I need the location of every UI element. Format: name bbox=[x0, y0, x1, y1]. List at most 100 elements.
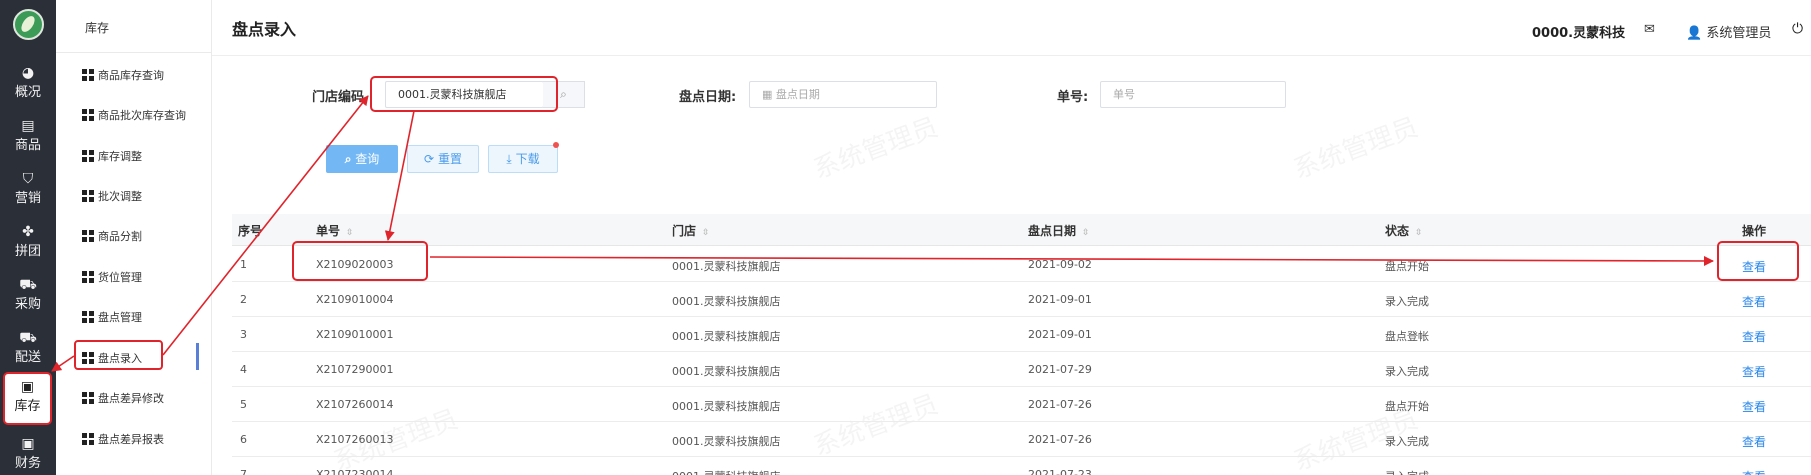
sort-icon: ⇳ bbox=[702, 228, 710, 238]
cell-index: 4 bbox=[240, 363, 247, 376]
current-store[interactable]: 0000.灵蒙科技 bbox=[1532, 22, 1625, 41]
view-link-highlight bbox=[1717, 241, 1799, 281]
marketing-icon: ⛉ bbox=[22, 171, 34, 187]
document-icon: ▤ bbox=[21, 118, 35, 134]
view-link[interactable]: 查看 bbox=[1742, 398, 1766, 415]
header-status[interactable]: 状态 ⇳ bbox=[1385, 222, 1423, 239]
view-link[interactable]: 查看 bbox=[1742, 433, 1766, 450]
submenu-header: 库存 bbox=[56, 0, 212, 53]
submenu-item[interactable]: 商品分割 bbox=[82, 226, 142, 246]
store-code-label: 门店编码 bbox=[312, 90, 365, 105]
view-link[interactable]: 查看 bbox=[1742, 363, 1766, 380]
cell-store: 0001.灵蒙科技旗舰店 bbox=[672, 468, 781, 475]
cell-store: 0001.灵蒙科技旗舰店 bbox=[672, 260, 781, 273]
cell-order-no: X2107290001 bbox=[316, 363, 394, 376]
user-icon: 👤 bbox=[1686, 26, 1703, 41]
submenu-item[interactable]: 盘点差异报表 bbox=[82, 429, 164, 449]
grid-icon bbox=[82, 271, 94, 283]
top-header: 盘点录入 0000.灵蒙科技 ✉ 👤 系统管理员 ⏻ bbox=[212, 0, 1811, 56]
cell-check-date: 2021-07-29 bbox=[1028, 363, 1092, 376]
grid-icon bbox=[82, 230, 94, 242]
header-actions: 操作 bbox=[1742, 224, 1767, 238]
table-header: 序号 单号 ⇳ 门店 ⇳ 盘点日期 ⇳ 状态 ⇳ 操作 bbox=[232, 214, 1811, 246]
submenu-item[interactable]: 商品批次库存查询 bbox=[82, 105, 186, 125]
cell-check-date: 2021-07-26 bbox=[1028, 433, 1092, 446]
user-menu[interactable]: 👤 系统管理员 bbox=[1686, 22, 1771, 41]
mail-icon[interactable]: ✉ bbox=[1644, 22, 1655, 37]
box-icon: ▣ bbox=[20, 379, 35, 395]
submenu-item[interactable]: 盘点差异修改 bbox=[82, 388, 164, 408]
rail-item-group-buy[interactable]: ✤ 拼团 bbox=[0, 216, 56, 269]
table-row: 2 X2109010004 0001.灵蒙科技旗舰店 2021-09-01 录入完成 查看 bbox=[232, 282, 1811, 317]
cell-store: 0001.灵蒙科技旗舰店 bbox=[672, 295, 781, 308]
query-button[interactable]: ⌕ 查询 bbox=[326, 145, 398, 173]
submenu-active-highlight bbox=[74, 340, 163, 370]
rail-item-delivery[interactable]: ⛟ 配送 bbox=[0, 322, 56, 375]
table-row: 5 X2107260014 0001.灵蒙科技旗舰店 2021-07-26 盘点开始 查看 bbox=[232, 387, 1811, 422]
group-icon: ✤ bbox=[22, 224, 34, 240]
order-no-label: 单号: bbox=[1057, 90, 1089, 105]
table-row: 1 X2109020003 0001.灵蒙科技旗舰店 2021-09-02 盘点开始 查看 bbox=[232, 247, 1811, 282]
sort-icon: ⇳ bbox=[1415, 228, 1423, 238]
app-logo[interactable] bbox=[13, 9, 44, 40]
cell-store: 0001.灵蒙科技旗舰店 bbox=[672, 435, 781, 448]
submenu-item[interactable]: 货位管理 bbox=[82, 267, 142, 287]
cell-status: 盘点开始 bbox=[1385, 260, 1429, 273]
store-input-highlight bbox=[370, 76, 558, 112]
header-check-date[interactable]: 盘点日期 ⇳ bbox=[1028, 222, 1090, 239]
cell-index: 3 bbox=[240, 328, 247, 341]
cell-store: 0001.灵蒙科技旗舰店 bbox=[672, 330, 781, 343]
submenu-item[interactable]: 商品库存查询 bbox=[82, 65, 164, 85]
order-no-input[interactable]: 单号 bbox=[1100, 81, 1286, 108]
grid-icon bbox=[82, 433, 94, 445]
grid-icon bbox=[82, 69, 94, 81]
table-row: 3 X2109010001 0001.灵蒙科技旗舰店 2021-09-01 盘点登帐 查看 bbox=[232, 317, 1811, 352]
cell-status: 录入完成 bbox=[1385, 435, 1429, 448]
view-link[interactable]: 查看 bbox=[1742, 293, 1766, 310]
cell-check-date: 2021-09-01 bbox=[1028, 293, 1092, 306]
header-index: 序号 bbox=[238, 224, 263, 238]
watermark: 系统管理员 bbox=[1288, 107, 1423, 186]
grid-icon bbox=[82, 190, 94, 202]
submenu-item[interactable]: 盘点管理 bbox=[82, 307, 142, 327]
rail-item-inventory[interactable]: ▣ 库存 bbox=[3, 372, 52, 425]
cell-order-no: X2109010001 bbox=[316, 328, 394, 341]
order-no-highlight bbox=[292, 241, 428, 281]
rail-item-marketing[interactable]: ⛉ 营销 bbox=[0, 163, 56, 216]
submenu-active-indicator bbox=[196, 343, 199, 370]
cell-check-date: 2021-09-01 bbox=[1028, 328, 1092, 341]
submenu-item[interactable]: 批次调整 bbox=[82, 186, 142, 206]
watermark: 系统管理员 bbox=[808, 107, 943, 186]
check-date-input[interactable]: ▦ 盘点日期 bbox=[749, 81, 937, 108]
cell-index: 7 bbox=[240, 468, 247, 475]
rail-item-overview[interactable]: ◕ 概况 bbox=[0, 57, 56, 110]
sort-icon: ⇳ bbox=[1082, 228, 1090, 238]
cell-index: 2 bbox=[240, 293, 247, 306]
cell-status: 录入完成 bbox=[1385, 295, 1429, 308]
header-store[interactable]: 门店 ⇳ bbox=[672, 222, 710, 239]
user-name: 系统管理员 bbox=[1706, 26, 1772, 41]
cell-store: 0001.灵蒙科技旗舰店 bbox=[672, 365, 781, 378]
view-link[interactable]: 查看 bbox=[1742, 328, 1766, 345]
logout-icon[interactable]: ⏻ bbox=[1792, 21, 1803, 37]
view-link[interactable]: 查看 bbox=[1742, 468, 1766, 475]
sort-icon: ⇳ bbox=[346, 228, 354, 238]
search-icon: ⌕ bbox=[344, 152, 352, 166]
grid-icon bbox=[82, 109, 94, 121]
reset-button[interactable]: ⟳ 重置 bbox=[407, 145, 479, 173]
download-button[interactable]: ⤓ 下载 bbox=[488, 145, 558, 173]
cell-status: 录入完成 bbox=[1385, 468, 1429, 475]
table-row: 6 X2107260013 0001.灵蒙科技旗舰店 2021-07-26 录入完成 查看 bbox=[232, 422, 1811, 457]
notification-dot bbox=[553, 142, 559, 148]
header-order-no[interactable]: 单号 ⇳ bbox=[316, 222, 354, 239]
rail-item-finance[interactable]: ▣ 财务 bbox=[0, 428, 56, 475]
rail-item-purchase[interactable]: ⛟ 采购 bbox=[0, 269, 56, 322]
cell-check-date: 2021-09-02 bbox=[1028, 258, 1092, 271]
cell-store: 0001.灵蒙科技旗舰店 bbox=[672, 400, 781, 413]
submenu-item[interactable]: 库存调整 bbox=[82, 146, 142, 166]
rail-item-goods[interactable]: ▤ 商品 bbox=[0, 110, 56, 163]
cell-order-no: X2107260014 bbox=[316, 398, 394, 411]
cart-icon: ⛟ bbox=[19, 277, 37, 293]
cell-index: 6 bbox=[240, 433, 247, 446]
truck-icon: ⛟ bbox=[19, 330, 37, 346]
